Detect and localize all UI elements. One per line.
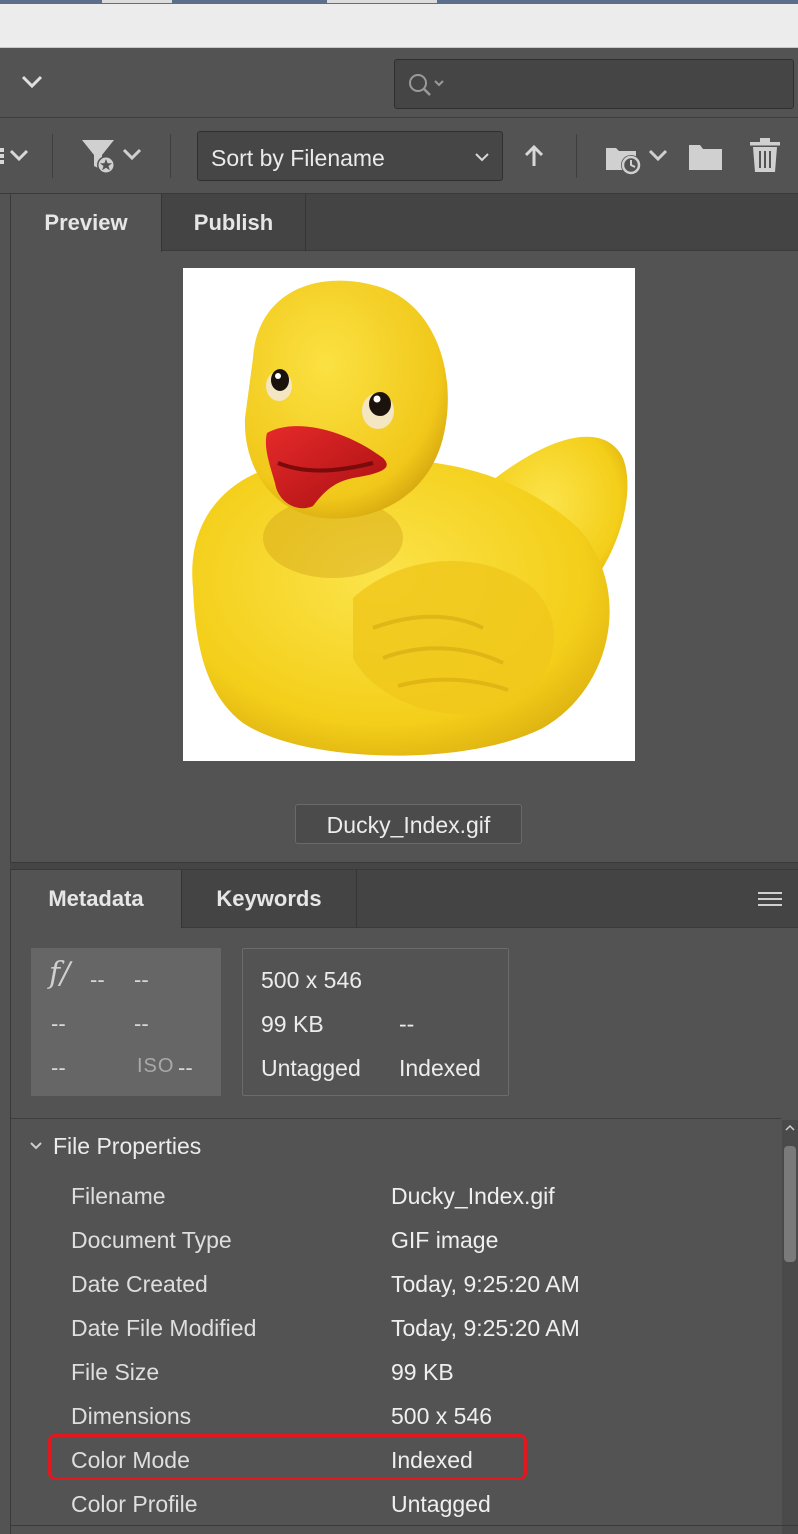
section-title: File Properties (53, 1133, 202, 1159)
shutter-value: -- (134, 967, 149, 992)
camera-value: -- (134, 1011, 149, 1036)
property-row: Dimensions 500 x 546 (11, 1395, 781, 1439)
panel-divider[interactable] (10, 862, 798, 870)
property-key: Dimensions (71, 1403, 192, 1429)
property-value: Today, 9:25:20 AM (391, 1271, 580, 1297)
property-key: Date Created (71, 1271, 208, 1297)
preview-panel: Preview Publish Ducky_Index.gif (10, 194, 798, 862)
file-size-value: 99 KB (261, 1011, 324, 1037)
window-tab-a[interactable] (102, 0, 172, 3)
sort-up-arrow-icon[interactable] (522, 144, 546, 170)
tab-metadata[interactable]: Metadata (11, 870, 182, 928)
trash-icon[interactable] (749, 138, 781, 174)
search-input[interactable] (394, 59, 794, 109)
property-value: GIF image (391, 1227, 499, 1253)
property-key: Color Mode (71, 1447, 190, 1473)
filter-star-icon[interactable] (80, 138, 148, 176)
property-value: 99 KB (391, 1359, 454, 1385)
camera-data-box: f/ -- -- -- -- -- ISO -- (31, 948, 221, 1096)
metadata-tabbar: Metadata Keywords (11, 870, 798, 928)
properties-scrollbar[interactable] (782, 1120, 798, 1534)
sort-dropdown-label: Sort by Filename (211, 145, 385, 171)
color-profile-value: Untagged (261, 1055, 361, 1081)
property-value: Today, 9:25:20 AM (391, 1315, 580, 1341)
tab-preview[interactable]: Preview (11, 194, 162, 252)
property-row: File Size 99 KB (11, 1351, 781, 1395)
toolbar-separator (52, 134, 53, 178)
folder-icon[interactable] (688, 142, 724, 172)
file-info-box: 500 x 546 99 KB -- Untagged Indexed (242, 948, 509, 1096)
iso-label: ISO (137, 1055, 175, 1077)
chevron-down-icon (30, 1142, 42, 1150)
image-thumbnail[interactable] (183, 268, 635, 761)
aperture-label: f/ (49, 956, 71, 991)
property-row: Date Created Today, 9:25:20 AM (11, 1263, 781, 1307)
file-properties-section: File Properties Filename Ducky_Index.gif… (11, 1118, 781, 1534)
sort-dropdown[interactable]: Sort by Filename (197, 131, 503, 181)
preview-tabbar: Preview Publish (11, 194, 798, 252)
window-tab-b[interactable] (327, 0, 437, 3)
metadata-panel: Metadata Keywords f/ -- -- -- -- -- ISO … (10, 870, 798, 1534)
rubber-duck-image (192, 280, 628, 756)
panel-menu-icon[interactable] (757, 890, 783, 908)
search-icon (409, 74, 444, 96)
iso-value: -- (178, 1055, 193, 1080)
window-chrome-bar (0, 4, 798, 48)
color-mode-value: Indexed (399, 1055, 481, 1081)
property-row: Date File Modified Today, 9:25:20 AM (11, 1307, 781, 1351)
chevron-down-icon[interactable] (18, 70, 46, 94)
camera-value: -- (51, 1055, 66, 1080)
scrollbar-thumb[interactable] (784, 1146, 796, 1262)
recent-folder-icon[interactable] (604, 140, 670, 176)
camera-value: -- (51, 1011, 66, 1036)
property-key: Filename (71, 1183, 166, 1209)
browser-toolbar: Sort by Filename (0, 118, 798, 194)
tab-keywords[interactable]: Keywords (182, 870, 357, 927)
dimensions-value: 500 x 546 (261, 967, 363, 993)
property-key: Date File Modified (71, 1315, 257, 1341)
tab-publish[interactable]: Publish (162, 194, 306, 251)
toolbar-separator (170, 134, 171, 178)
property-key: File Size (71, 1359, 160, 1385)
file-info-value: -- (399, 1011, 415, 1037)
panel-bottom-rule (10, 1525, 798, 1526)
property-value: Untagged (391, 1491, 491, 1517)
property-value: 500 x 546 (391, 1403, 493, 1429)
property-value: Indexed (391, 1447, 473, 1473)
property-key: Document Type (71, 1227, 232, 1253)
aperture-value: -- (90, 967, 105, 992)
toolbar-separator (576, 134, 577, 178)
property-key: Color Profile (71, 1491, 198, 1517)
property-value: Ducky_Index.gif (391, 1183, 555, 1209)
filename-label[interactable]: Ducky_Index.gif (295, 804, 522, 844)
chevron-down-icon (475, 153, 489, 162)
property-row: Color Profile Untagged (11, 1483, 781, 1527)
property-row: Document Type GIF image (11, 1219, 781, 1263)
property-row: Filename Ducky_Index.gif (11, 1175, 781, 1219)
property-row-color-mode: Color Mode Indexed (11, 1439, 781, 1483)
view-options-icon[interactable] (0, 142, 32, 170)
scroll-up-arrow-icon[interactable] (785, 1124, 795, 1132)
